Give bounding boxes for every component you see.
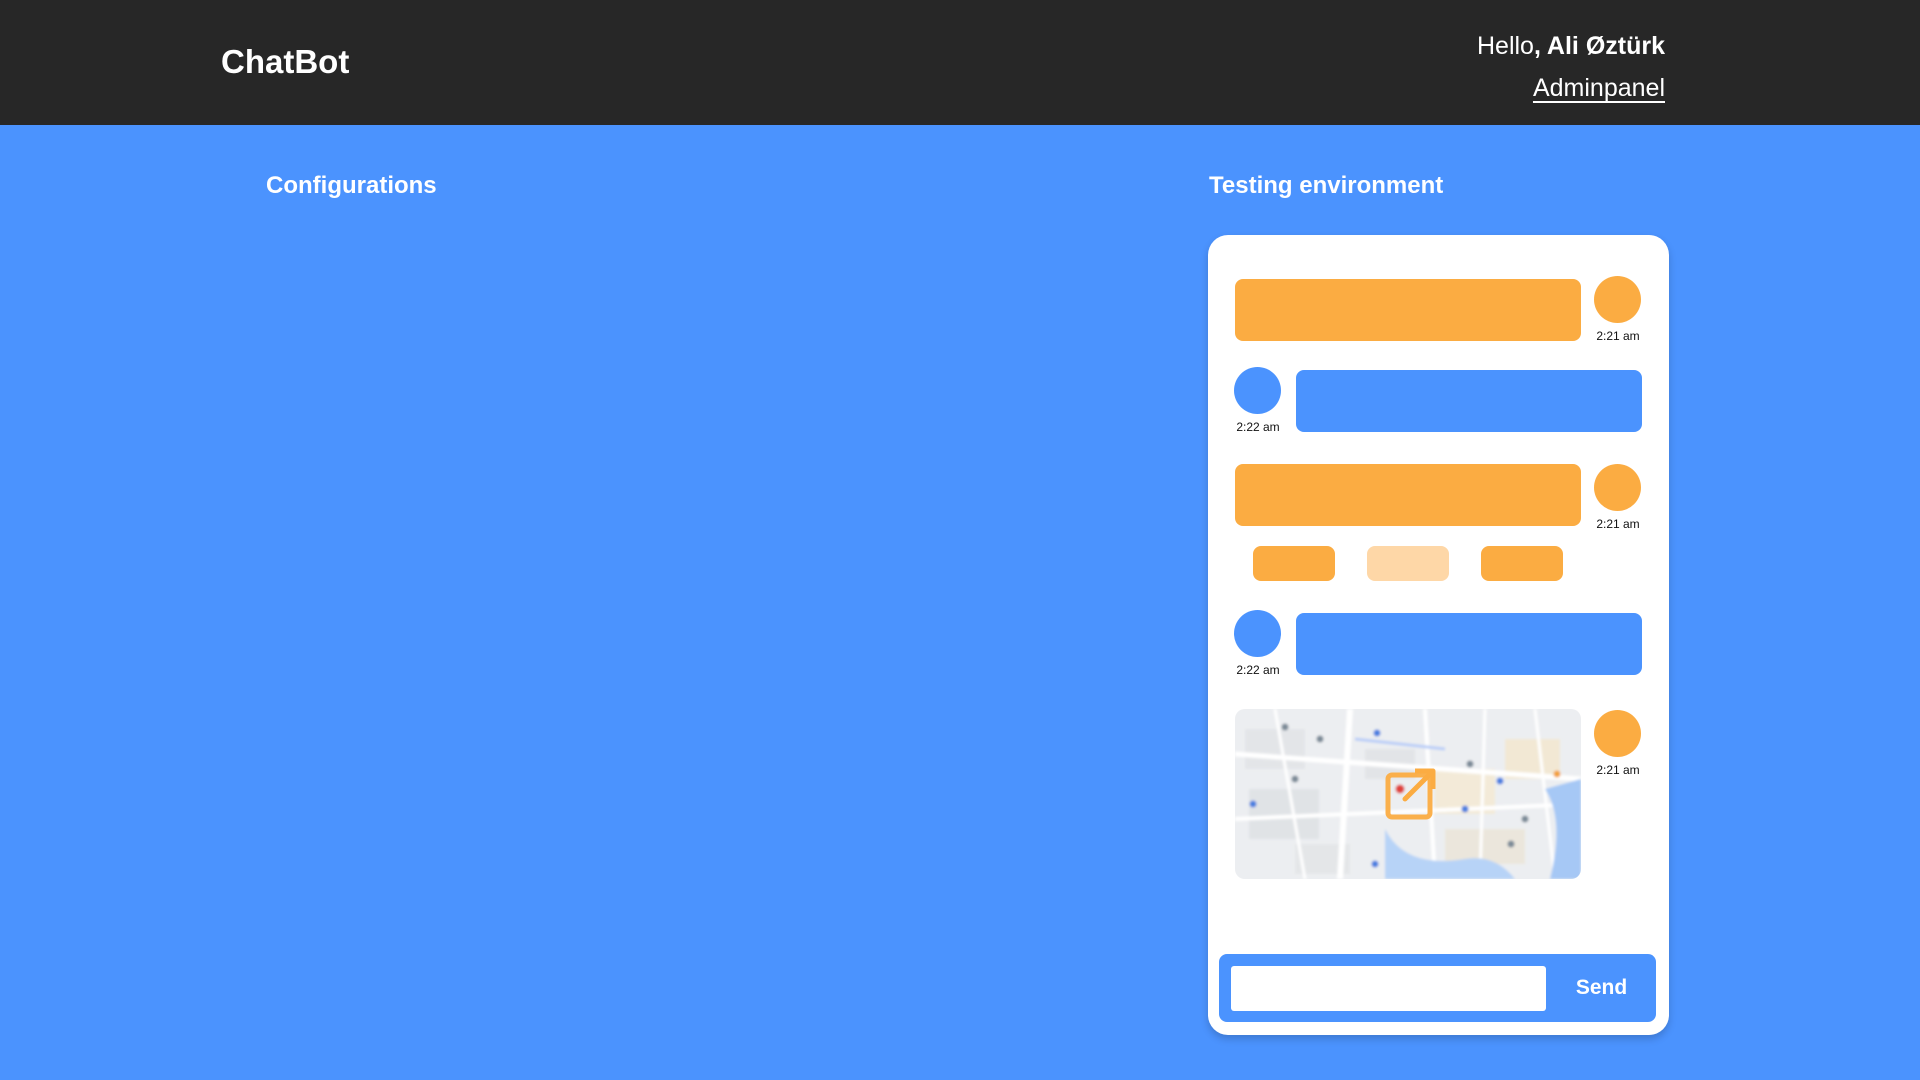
bot-avatar bbox=[1594, 276, 1641, 323]
user-message-bubble bbox=[1296, 613, 1642, 675]
chat-input-bar: Send bbox=[1219, 954, 1656, 1022]
map-preview[interactable] bbox=[1235, 709, 1581, 879]
quick-reply-button[interactable] bbox=[1367, 546, 1449, 581]
testing-environment-title: Testing environment bbox=[1209, 172, 1444, 199]
bot-avatar bbox=[1594, 464, 1641, 511]
bot-message-bubble bbox=[1235, 464, 1581, 526]
user-avatar bbox=[1234, 367, 1281, 414]
message-time: 2:21 am bbox=[1596, 517, 1640, 531]
quick-reply-button[interactable] bbox=[1253, 546, 1335, 581]
message-time: 2:22 am bbox=[1236, 420, 1280, 434]
chat-preview-panel: 2:21 am 2:22 am 2:21 am 2:22 am 2:21 am … bbox=[1208, 235, 1669, 1035]
map-image bbox=[1235, 709, 1581, 879]
quick-reply-button[interactable] bbox=[1481, 546, 1563, 581]
user-avatar bbox=[1234, 610, 1281, 657]
adminpanel-link[interactable]: Adminpanel bbox=[1533, 74, 1665, 103]
send-button[interactable]: Send bbox=[1554, 964, 1649, 1012]
user-message-bubble bbox=[1296, 370, 1642, 432]
user-greeting: Hello, Ali Øztürk bbox=[1477, 32, 1665, 61]
chat-message-input[interactable] bbox=[1231, 966, 1546, 1011]
configurations-title: Configurations bbox=[266, 172, 437, 199]
brand-logo-text: ChatBot bbox=[221, 43, 350, 80]
bot-avatar bbox=[1594, 710, 1641, 757]
message-time: 2:21 am bbox=[1596, 763, 1640, 777]
greeting-prefix: Hello bbox=[1476, 32, 1534, 60]
top-header: ChatBot Hello, Ali Øztürk Adminpanel bbox=[0, 0, 1920, 125]
message-time: 2:21 am bbox=[1596, 329, 1640, 343]
bot-message-bubble bbox=[1235, 279, 1581, 341]
message-time: 2:22 am bbox=[1236, 663, 1280, 677]
greeting-user-name: , Ali Øztürk bbox=[1533, 32, 1665, 60]
